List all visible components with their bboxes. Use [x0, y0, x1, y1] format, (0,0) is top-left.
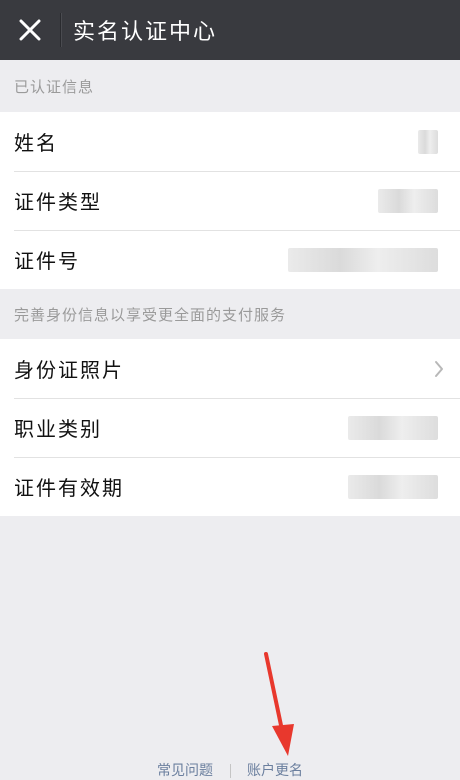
verified-info-group: 姓名 证件类型 证件号	[0, 112, 460, 289]
close-button[interactable]	[0, 0, 60, 60]
row-id-number: 证件号	[0, 230, 460, 289]
row-name: 姓名	[0, 112, 460, 171]
header-divider	[60, 13, 61, 47]
annotation-arrow-icon	[264, 652, 294, 756]
complete-info-group: 身份证照片 职业类别 证件有效期	[0, 339, 460, 516]
row-label: 证件类型	[14, 190, 102, 214]
footer-link-rename-account[interactable]: 账户更名	[247, 760, 303, 780]
section-header-verified: 已认证信息	[14, 78, 95, 96]
row-label: 身份证照片	[14, 358, 124, 382]
row-id-photo[interactable]: 身份证照片	[0, 339, 460, 398]
section-header-complete-info: 完善身份信息以享受更全面的支付服务	[14, 306, 287, 324]
masked-value	[418, 129, 438, 154]
masked-value	[348, 474, 438, 499]
masked-value	[288, 247, 438, 272]
page-title: 实名认证中心	[73, 20, 218, 45]
masked-value	[348, 415, 438, 440]
row-label: 证件号	[14, 249, 80, 273]
footer-divider	[229, 764, 231, 778]
footer-link-faq[interactable]: 常见问题	[157, 760, 213, 780]
row-occupation[interactable]: 职业类别	[0, 398, 460, 457]
close-icon	[19, 19, 41, 41]
row-label: 姓名	[14, 131, 58, 155]
row-id-type: 证件类型	[0, 171, 460, 230]
footer-links: 常见问题 账户更名	[0, 760, 460, 780]
masked-value	[378, 188, 438, 213]
chevron-right-icon	[435, 360, 443, 377]
row-label: 职业类别	[14, 417, 102, 441]
top-bar: 实名认证中心	[0, 0, 460, 60]
row-id-validity[interactable]: 证件有效期	[0, 457, 460, 516]
row-label: 证件有效期	[14, 476, 124, 500]
